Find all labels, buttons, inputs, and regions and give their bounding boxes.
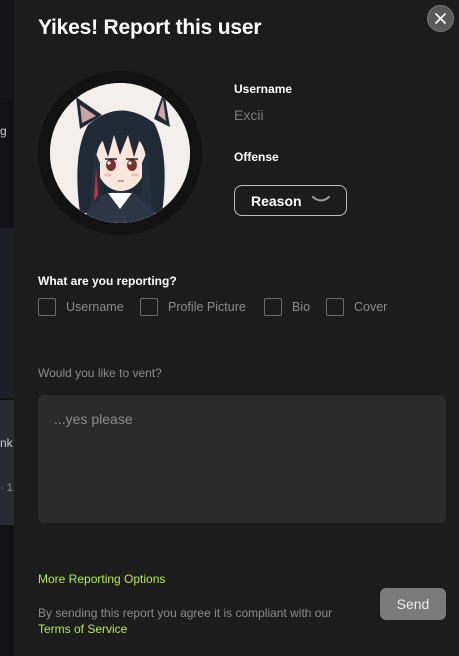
checkbox[interactable]	[140, 298, 158, 316]
more-reporting-options-link[interactable]: More Reporting Options	[38, 572, 165, 586]
vent-label: Would you like to vent?	[38, 366, 162, 380]
report-option-username[interactable]: Username	[38, 297, 124, 317]
background-panel	[0, 400, 14, 525]
close-icon	[435, 13, 446, 24]
background-text: nk	[0, 436, 13, 450]
report-option-label: Cover	[354, 300, 388, 314]
background-panel	[0, 0, 14, 98]
report-option-label: Username	[66, 300, 124, 314]
report-user-modal: Yikes! Report this user Username Excii O…	[14, 0, 459, 656]
offense-label: Offense	[234, 150, 279, 164]
avatar	[50, 83, 190, 223]
report-option-profile-picture[interactable]: Profile Picture	[140, 297, 246, 317]
report-option-cover[interactable]: Cover	[326, 297, 387, 317]
send-button[interactable]: Send	[380, 588, 446, 620]
background-panel	[0, 228, 14, 398]
username-label: Username	[234, 82, 293, 96]
reason-select-value: Reason	[251, 192, 302, 209]
report-option-bio[interactable]: Bio	[264, 297, 310, 317]
checkbox[interactable]	[264, 298, 282, 316]
background-text: g	[0, 124, 7, 138]
avatar-anime-cat-girl	[50, 83, 190, 223]
reporting-question: What are you reporting?	[38, 274, 177, 288]
legal-notice: By sending this report you agree it is c…	[38, 605, 338, 637]
background-text: · 1	[0, 482, 13, 494]
report-option-label: Bio	[292, 300, 311, 314]
close-button[interactable]	[427, 5, 454, 32]
chevron-down-icon	[312, 196, 330, 202]
username-value: Excii	[234, 107, 264, 123]
legal-text: By sending this report you agree it is c…	[38, 606, 333, 620]
vent-textarea[interactable]	[38, 395, 446, 523]
checkbox[interactable]	[38, 298, 56, 316]
background-page: g nk · 1	[0, 0, 14, 656]
terms-of-service-link[interactable]: Terms of Service	[38, 622, 127, 636]
report-option-label: Profile Picture	[168, 300, 246, 314]
reason-select[interactable]: Reason	[234, 185, 347, 216]
avatar-ring	[38, 71, 202, 235]
modal-title: Yikes! Report this user	[38, 16, 262, 39]
checkbox[interactable]	[326, 298, 344, 316]
